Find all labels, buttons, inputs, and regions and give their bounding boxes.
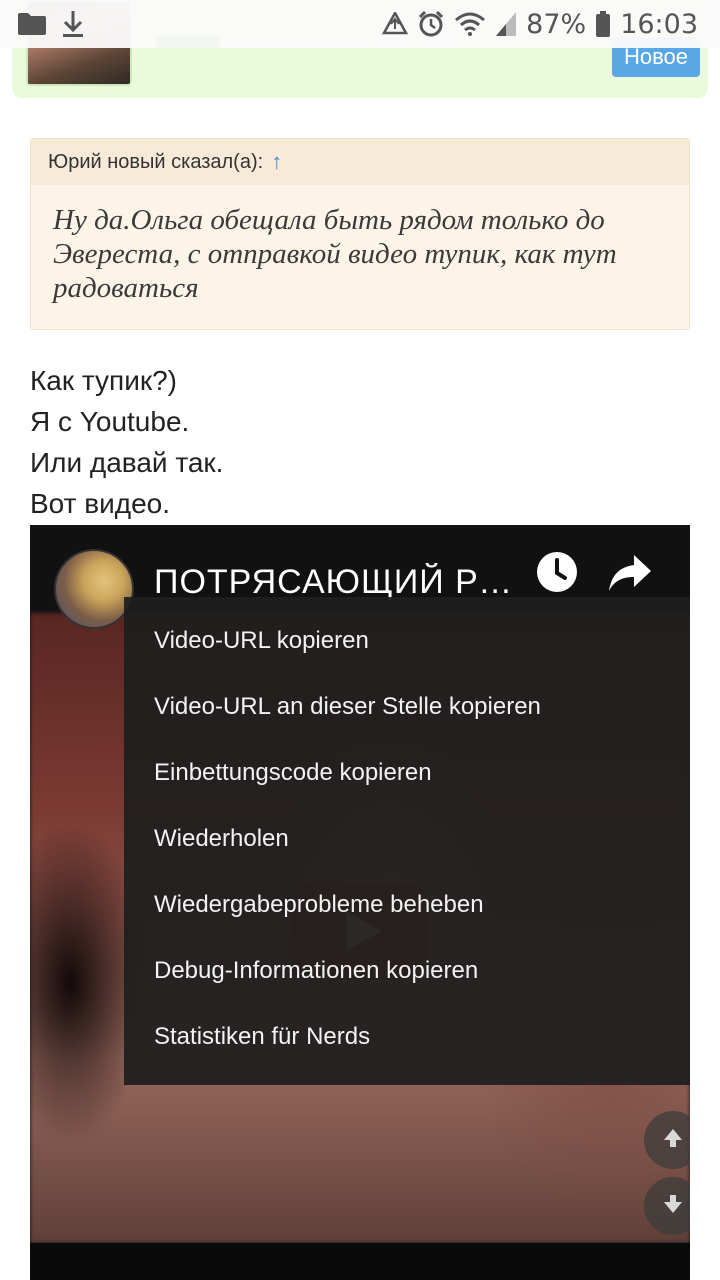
signal-icon xyxy=(496,12,517,36)
clock: 16:03 xyxy=(620,8,698,40)
menu-item-copy-debug-info[interactable]: Debug-Informationen kopieren xyxy=(124,938,690,1004)
share-icon[interactable] xyxy=(608,553,652,593)
channel-avatar[interactable] xyxy=(54,549,134,629)
youtube-embed[interactable]: ПОТРЯСАЮЩИЙ РО... Video-URL kopieren Vid… xyxy=(30,525,690,1280)
message-line: Или давай так. xyxy=(30,447,224,478)
jump-to-quote-link[interactable]: ↑ xyxy=(271,149,282,175)
menu-item-troubleshoot[interactable]: Wiedergabeprobleme beheben xyxy=(124,872,690,938)
alarm-icon xyxy=(418,11,444,37)
download-icon xyxy=(62,11,84,37)
recycle-icon xyxy=(382,12,409,36)
video-context-menu: Video-URL kopieren Video-URL an dieser S… xyxy=(124,597,690,1085)
arrow-up-icon xyxy=(661,1126,685,1155)
message-line: Вот видео. xyxy=(30,488,171,519)
battery-icon xyxy=(596,11,611,37)
menu-item-loop[interactable]: Wiederholen xyxy=(124,806,690,872)
quote-text: Ну да.Ольга обещала быть рядом только до… xyxy=(53,204,617,304)
message-body: Как тупик?) Я с Youtube. Или давай так. … xyxy=(30,360,690,524)
video-bottom-bar xyxy=(30,1243,690,1280)
watch-later-icon[interactable] xyxy=(536,551,578,593)
folder-icon xyxy=(18,13,46,35)
wifi-icon xyxy=(454,12,486,36)
status-bar: 87% 16:03 xyxy=(0,0,720,48)
message-line: Я с Youtube. xyxy=(30,406,190,437)
page: Новое 87% 16:03 Юрий новый сказал(а): ↑ … xyxy=(0,0,720,1280)
message-line: Как тупик?) xyxy=(30,365,177,396)
menu-item-stats-for-nerds[interactable]: Statistiken für Nerds xyxy=(124,1004,690,1070)
battery-percent: 87% xyxy=(526,8,587,40)
quote-author: Юрий новый сказал(а): xyxy=(48,150,264,173)
menu-item-copy-video-url-at-time[interactable]: Video-URL an dieser Stelle kopieren xyxy=(124,674,690,740)
quote-header: Юрий новый сказал(а): ↑ xyxy=(31,139,689,185)
menu-item-copy-embed-code[interactable]: Einbettungscode kopieren xyxy=(124,740,690,806)
quote-block: Юрий новый сказал(а): ↑ Ну да.Ольга обещ… xyxy=(30,138,690,330)
menu-item-copy-video-url[interactable]: Video-URL kopieren xyxy=(124,608,690,674)
arrow-down-icon xyxy=(661,1192,685,1221)
